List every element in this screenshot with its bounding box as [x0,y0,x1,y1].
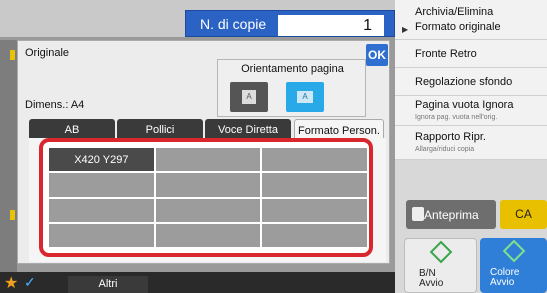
portrait-icon: A [242,90,256,104]
color-start-line2: Avvio [490,277,515,288]
menu-item-label: Rapporto Ripr. [415,131,486,143]
star-icon[interactable]: ★ [4,273,18,293]
menu-item-label: Fronte Retro [415,48,477,60]
custom-size-slot[interactable] [155,173,261,197]
custom-size-slot[interactable] [262,223,367,247]
custom-size-slot[interactable] [49,198,154,222]
custom-size-slot[interactable] [49,223,154,247]
play-icon: ▶ [402,25,409,34]
original-dialog: Originale OK Orientamento pagina A A Dim… [17,40,390,264]
menu-item-blank-page-skip[interactable]: Pagina vuota Ignora Ignora pag. vuota ne… [395,96,547,126]
copies-label: N. di copie [200,16,267,32]
custom-size-slot[interactable]: X420 Y297 [49,148,154,172]
tab-custom-size[interactable]: Formato Person. [294,119,384,139]
menu-item-label: Archivia/Elimina [415,6,494,18]
bw-start-line2: Avvio [419,278,444,289]
menu-item-label: Regolazione sfondo [415,76,513,88]
orientation-group: Orientamento pagina A A [217,59,366,117]
menu-item-background-adjust[interactable]: Regolazione sfondo [395,68,547,96]
menu-item-copy-ratio[interactable]: Rapporto Ripr. Allarga/riduci copia [395,126,547,160]
ok-button[interactable]: OK [366,44,388,66]
custom-size-slot[interactable] [262,173,367,197]
dialog-title: Originale [25,47,70,59]
copies-value[interactable]: 1 [278,15,384,36]
bw-start-label: B/N Avvio [419,269,443,289]
menu-item-sublabel: Ignora pag. vuota nell'orig. [415,114,498,121]
orientation-landscape-button[interactable]: A [286,82,324,112]
tab-direct-entry[interactable]: Voce Diretta [205,119,291,139]
custom-size-grid: X420 Y297 [49,148,367,247]
preview-button[interactable]: Anteprima [406,200,496,229]
size-label: Dimens.: A4 [25,99,85,111]
menu-item-label: Formato originale [415,21,501,33]
copies-display[interactable]: N. di copie 1 [185,10,395,37]
custom-size-slot[interactable] [155,198,261,222]
custom-size-slot[interactable] [262,148,367,172]
orientation-portrait-button[interactable]: A [230,82,268,112]
custom-size-slot[interactable] [49,173,154,197]
custom-size-slot[interactable] [155,148,261,172]
start-icon [429,240,453,264]
bottom-bar: ★ ✓ [0,272,395,293]
color-start-label: Colore Avvio [490,268,519,288]
preview-label: Anteprima [424,208,479,222]
custom-size-slot[interactable] [155,223,261,247]
left-edge-marker [10,50,15,60]
menu-item-sublabel: Allarga/riduci copia [415,146,475,153]
clear-all-button[interactable]: CA [500,200,547,229]
menu-item-label: Pagina vuota Ignora [415,99,514,111]
bw-start-button[interactable]: B/N Avvio [404,238,477,293]
custom-size-slot[interactable] [262,198,367,222]
left-edge-strip [0,40,17,272]
preview-icon [412,207,424,221]
menu-item-duplex[interactable]: Fronte Retro [395,40,547,68]
orientation-label: Orientamento pagina [241,63,344,75]
start-icon [502,239,526,263]
tab-inches[interactable]: Pollici [117,119,203,139]
copier-screen: N. di copie 1 Archivia/Elimina ▶ Formato… [0,0,547,293]
menu-item-archive-original[interactable]: Archivia/Elimina ▶ Formato originale [395,0,547,40]
landscape-icon: A [297,91,313,103]
left-edge-marker [10,210,15,220]
other-button[interactable]: Altri [68,276,148,293]
tab-ab[interactable]: AB [29,119,115,139]
color-start-button[interactable]: Colore Avvio [480,238,547,293]
custom-size-highlight: X420 Y297 [39,138,373,257]
check-icon[interactable]: ✓ [24,274,42,290]
